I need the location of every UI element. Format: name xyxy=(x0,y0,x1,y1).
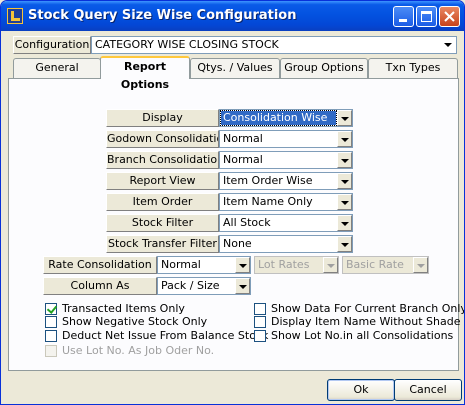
tab-group-options[interactable]: Group Options xyxy=(280,58,368,78)
chevron-down-icon[interactable] xyxy=(235,257,250,273)
ok-button[interactable]: Ok xyxy=(327,379,395,401)
show-lot-no-all-consolidations-label: Show Lot No.in all Consolidations xyxy=(271,329,454,342)
checkbox-checked-icon[interactable] xyxy=(45,303,57,315)
chevron-down-icon[interactable] xyxy=(337,110,352,126)
column-as-value: Pack / Size xyxy=(161,279,220,292)
title-bar[interactable]: Stock Query Size Wise Configuration xyxy=(1,1,464,31)
lot-rates-value: Lot Rates xyxy=(258,258,310,271)
show-data-current-branch-label: Show Data For Current Branch Only xyxy=(271,302,465,315)
rate-consolidation-value: Normal xyxy=(161,258,201,271)
tab-report-options[interactable]: Report Options xyxy=(100,56,190,91)
branch-consolidation-label: Branch Consolidation xyxy=(106,151,219,169)
display-item-name-without-shade-label: Display Item Name Without Shade xyxy=(271,315,461,328)
minimize-icon xyxy=(399,19,407,22)
display-label: Display xyxy=(106,109,219,127)
stock-filter-label: Stock Filter xyxy=(106,214,219,232)
branch-consolidation-select[interactable]: Normal xyxy=(219,151,353,169)
stock-transfer-filter-value: None xyxy=(223,237,252,250)
display-value: Consolidation Wise xyxy=(220,110,337,126)
item-order-select[interactable]: Item Name Only xyxy=(219,193,353,211)
lot-rates-select: Lot Rates xyxy=(254,256,339,274)
chevron-down-icon[interactable] xyxy=(441,37,456,53)
chevron-down-icon[interactable] xyxy=(235,278,250,294)
checkbox-icon[interactable] xyxy=(254,303,266,315)
item-order-label: Item Order xyxy=(106,193,219,211)
stock-transfer-filter-select[interactable]: None xyxy=(219,235,353,253)
rate-consolidation-label: Rate Consolidation xyxy=(43,256,157,274)
stock-transfer-filter-label: Stock Transfer Filter xyxy=(106,235,219,253)
use-lot-no-as-job-order-label: Use Lot No. As Job Oder No. xyxy=(62,344,215,357)
checkbox-icon[interactable] xyxy=(45,316,57,328)
chevron-down-icon xyxy=(413,257,428,273)
display-select[interactable]: Consolidation Wise xyxy=(219,109,353,127)
maximize-button[interactable] xyxy=(416,6,437,27)
report-view-label: Report View xyxy=(106,172,219,190)
rate-consolidation-select[interactable]: Normal xyxy=(157,256,251,274)
item-order-value: Item Name Only xyxy=(223,195,313,208)
dialog-window: Stock Query Size Wise Configuration Conf… xyxy=(0,0,465,405)
close-button[interactable] xyxy=(439,6,460,27)
basic-rate-value: Basic Rate xyxy=(346,258,404,271)
chevron-down-icon[interactable] xyxy=(337,131,352,147)
chevron-down-icon[interactable] xyxy=(337,173,352,189)
configuration-select[interactable]: CATEGORY WISE CLOSING STOCK xyxy=(91,36,457,54)
godown-consolidation-value: Normal xyxy=(223,132,263,145)
godown-consolidation-select[interactable]: Normal xyxy=(219,130,353,148)
stock-filter-select[interactable]: All Stock xyxy=(219,214,353,232)
transacted-items-only-label: Transacted Items Only xyxy=(62,302,185,315)
chevron-down-icon[interactable] xyxy=(337,236,352,252)
chevron-down-icon[interactable] xyxy=(337,152,352,168)
close-icon xyxy=(444,11,455,22)
maximize-icon xyxy=(421,11,432,22)
configuration-label: Configuration xyxy=(13,36,91,54)
tab-qtys-values[interactable]: Qtys. / Values xyxy=(190,58,280,78)
show-negative-stock-only-label: Show Negative Stock Only xyxy=(62,315,208,328)
checkbox-icon xyxy=(45,345,57,357)
stock-filter-value: All Stock xyxy=(223,216,271,229)
chevron-down-icon[interactable] xyxy=(337,215,352,231)
configuration-value: CATEGORY WISE CLOSING STOCK xyxy=(95,38,279,51)
chevron-down-icon xyxy=(323,257,338,273)
cancel-button[interactable]: Cancel xyxy=(394,379,462,401)
branch-consolidation-value: Normal xyxy=(223,153,263,166)
basic-rate-select: Basic Rate xyxy=(342,256,429,274)
minimize-button[interactable] xyxy=(393,6,414,27)
column-as-label: Column As xyxy=(43,277,157,295)
column-as-select[interactable]: Pack / Size xyxy=(157,277,251,295)
checkbox-icon[interactable] xyxy=(254,330,266,342)
chevron-down-icon[interactable] xyxy=(337,194,352,210)
tab-txn-types[interactable]: Txn Types xyxy=(368,58,458,78)
app-icon xyxy=(7,8,23,24)
report-view-select[interactable]: Item Order Wise xyxy=(219,172,353,190)
window-title: Stock Query Size Wise Configuration xyxy=(28,8,297,23)
report-view-value: Item Order Wise xyxy=(223,174,313,187)
checkbox-icon[interactable] xyxy=(254,316,266,328)
tab-general[interactable]: General xyxy=(13,58,101,78)
deduct-net-issue-label: Deduct Net Issue From Balance Stock xyxy=(62,329,269,342)
godown-consolidation-label: Godown Consolidation xyxy=(106,130,219,148)
checkbox-icon[interactable] xyxy=(45,330,57,342)
